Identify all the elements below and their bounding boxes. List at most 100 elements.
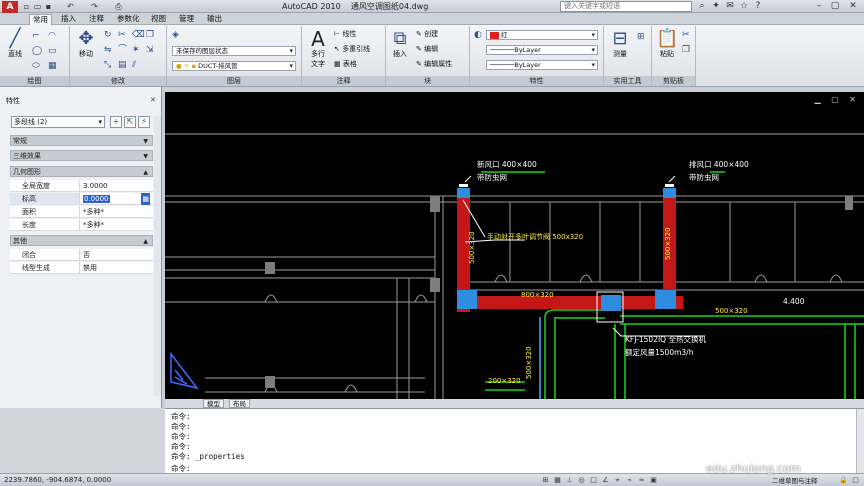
communication-icon[interactable]: ✉ <box>724 1 736 12</box>
lineweight-dropdown[interactable]: ──────── ByLayer <box>486 60 598 70</box>
create-block-button[interactable]: ✎ 创建 <box>416 29 438 39</box>
maximize-button[interactable]: ▢ <box>828 0 842 12</box>
stretch-icon[interactable]: ⇲ <box>146 45 154 55</box>
trim-icon[interactable]: ✂ <box>118 30 126 40</box>
favorites-icon[interactable]: ☆ <box>738 1 750 12</box>
polyline-icon[interactable]: ⌐ <box>32 31 40 41</box>
panel-modify-title[interactable]: 修改 <box>70 76 166 86</box>
color-dropdown[interactable]: 红 <box>486 30 598 40</box>
linetype-dropdown[interactable]: ──────── ByLayer <box>486 45 598 55</box>
rotate-icon[interactable]: ↻ <box>104 30 112 40</box>
property-value[interactable]: 3.0000 <box>81 180 152 192</box>
mirror-icon[interactable]: ⇋ <box>104 45 112 55</box>
panel-block-title[interactable]: 块 <box>386 76 469 86</box>
drawing-window-controls-icon[interactable]: ▁ ▢ ✕ <box>815 95 861 104</box>
panel-draw-title[interactable]: 绘图 <box>0 76 69 86</box>
quick-select-icon[interactable]: ⚡ <box>138 116 150 128</box>
layer-properties-icon[interactable]: ◈ <box>172 30 179 40</box>
panel-annotation-title[interactable]: 注释 <box>302 76 385 86</box>
arc-icon[interactable]: ◠ <box>48 31 56 41</box>
current-layer-dropdown[interactable]: ● ☼ ▪ DUCT-排风管 <box>172 61 296 71</box>
tab-layout[interactable]: 布局 <box>229 399 250 408</box>
grid-icon[interactable]: ▦ <box>552 475 563 485</box>
polar-icon[interactable]: ◎ <box>576 475 587 485</box>
autocad-logo-icon[interactable]: A <box>2 1 18 13</box>
linear-dim-button[interactable]: ⊢ 线性 <box>334 29 356 39</box>
move-button[interactable]: ✥ 移动 <box>74 29 98 59</box>
copy-clip-icon[interactable]: ❐ <box>682 45 690 55</box>
edit-block-button[interactable]: ✎ 编辑 <box>416 44 438 54</box>
undo-icon[interactable]: ↶ <box>66 2 75 11</box>
minimize-button[interactable]: – <box>812 0 826 12</box>
measure-button[interactable]: ⊟ 测量 <box>608 29 632 59</box>
open-file-icon[interactable]: ▭ <box>33 2 42 11</box>
property-row-area[interactable]: 面积 *多种* <box>10 206 153 218</box>
new-file-icon[interactable]: ▫ <box>22 2 31 11</box>
snap-icon[interactable]: ⊞ <box>540 475 551 485</box>
palette-close-icon[interactable]: ✕ <box>150 96 156 104</box>
property-value[interactable]: 禁用 <box>81 262 152 274</box>
quick-select-icon[interactable]: ⊞ <box>637 32 645 42</box>
qp-icon[interactable]: ▣ <box>648 475 659 485</box>
otrack-icon[interactable]: ∠ <box>600 475 611 485</box>
tab-output[interactable]: 输出 <box>204 14 225 25</box>
property-row-elevation[interactable]: 标高 0.0000 ▦ <box>10 193 153 205</box>
property-row-global-width[interactable]: 全局宽度 3.0000 <box>10 180 153 192</box>
explode-icon[interactable]: ✶ <box>132 45 140 55</box>
property-value-input[interactable]: 0.0000 ▦ <box>81 193 152 205</box>
ellipse-icon[interactable]: ⬭ <box>32 61 40 71</box>
osnap-icon[interactable]: □ <box>588 475 599 485</box>
copy-icon[interactable]: ❐ <box>146 30 154 40</box>
tab-home[interactable]: 常用 <box>29 14 52 25</box>
redo-icon[interactable]: ↷ <box>90 2 99 11</box>
property-row-linetype-gen[interactable]: 线型生成 禁用 <box>10 262 153 274</box>
ortho-icon[interactable]: ⊥ <box>564 475 575 485</box>
calculator-icon[interactable]: ▦ <box>141 193 150 205</box>
panel-utilities-title[interactable]: 实用工具 <box>604 76 651 86</box>
search-icon[interactable]: ⌕ <box>696 1 708 12</box>
property-row-closed[interactable]: 闭合 否 <box>10 249 153 261</box>
panel-properties-title[interactable]: 特性 <box>470 76 603 86</box>
hatch-icon[interactable]: ▦ <box>48 61 57 71</box>
multileader-button[interactable]: ↖ 多重引线 <box>334 44 370 54</box>
command-scrollbar[interactable] <box>856 409 864 474</box>
lock-icon[interactable]: 🔒 <box>838 475 849 485</box>
panel-layers-title[interactable]: 图层 <box>167 76 301 86</box>
property-value[interactable]: 否 <box>81 249 152 261</box>
drawing-canvas[interactable]: ▁ ▢ ✕ 新风口 400×400 带防虫网 排风口 400×400 带防虫网 … <box>165 92 864 408</box>
clean-screen-icon[interactable]: ▢ <box>850 475 861 485</box>
search-input[interactable]: 键入关键字或短语 <box>560 1 692 12</box>
subscription-icon[interactable]: ✦ <box>710 1 722 12</box>
tab-parametric[interactable]: 参数化 <box>114 14 143 25</box>
tab-view[interactable]: 视图 <box>148 14 169 25</box>
property-row-length[interactable]: 长度 *多种* <box>10 219 153 231</box>
fillet-icon[interactable]: ⌒ <box>118 45 127 55</box>
erase-icon[interactable]: ⌫ <box>132 30 145 40</box>
scale-icon[interactable]: ⤡ <box>104 60 111 70</box>
category-general[interactable]: 常规 ▼ <box>10 135 153 146</box>
insert-block-button[interactable]: ⧉ 插入 <box>389 29 411 59</box>
workspace-switcher[interactable]: 二维草图与注释 <box>772 475 818 485</box>
dyn-icon[interactable]: ⌁ <box>624 475 635 485</box>
object-type-dropdown[interactable]: 多段线 (2) <box>11 116 105 128</box>
line-button[interactable]: ╱ 直线 <box>4 29 26 59</box>
multiline-text-button[interactable]: A 多行 文字 <box>305 29 331 69</box>
table-button[interactable]: ▦ 表格 <box>334 59 357 69</box>
ducs-icon[interactable]: ⌖ <box>612 475 623 485</box>
offset-icon[interactable]: ⫽ <box>132 60 136 70</box>
rectangle-icon[interactable]: ▭ <box>48 46 57 56</box>
print-icon[interactable]: ⎙ <box>114 2 123 11</box>
toggle-pickadd-icon[interactable]: + <box>110 116 122 128</box>
save-icon[interactable]: ▪ <box>44 2 53 11</box>
lineweight-icon[interactable]: ═ <box>636 475 647 485</box>
close-button[interactable]: ✕ <box>846 0 860 12</box>
tab-model[interactable]: 模型 <box>203 399 224 408</box>
category-geometry[interactable]: 几何图形 ▲ <box>10 166 153 177</box>
palette-scrollbar[interactable] <box>154 116 161 396</box>
help-icon[interactable]: ? <box>752 1 764 12</box>
panel-clipboard-title[interactable]: 剪贴板 <box>652 76 695 86</box>
paste-button[interactable]: 📋 粘贴 <box>656 29 678 59</box>
cut-icon[interactable]: ✂ <box>682 30 690 40</box>
array-icon[interactable]: ▤ <box>118 60 127 70</box>
category-3d-effects[interactable]: 三维效果 ▼ <box>10 150 153 161</box>
